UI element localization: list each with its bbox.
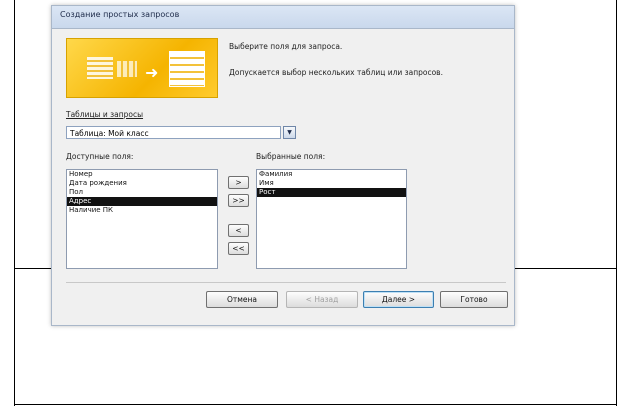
selected-fields-label: Выбранные поля: — [256, 152, 326, 161]
tables-queries-combobox[interactable]: Таблица: Мой класс — [66, 126, 281, 139]
finish-button[interactable]: Готово — [440, 291, 508, 308]
dialog-title: Создание простых запросов — [60, 10, 180, 19]
back-button[interactable]: < Назад — [286, 291, 358, 308]
available-fields-list[interactable]: Номер Дата рождения Пол Адрес Наличие ПК — [66, 169, 218, 269]
footer-divider — [66, 282, 506, 283]
frame-right-border — [616, 0, 617, 406]
wizard-illustration: ➜ — [66, 38, 218, 98]
table-graphic-icon — [87, 57, 113, 79]
list-item[interactable]: Дата рождения — [67, 179, 217, 188]
instruction-multiple-tables: Допускается выбор нескольких таблиц или … — [229, 68, 443, 77]
remove-field-button[interactable]: < — [228, 224, 249, 237]
list-item[interactable]: Пол — [67, 188, 217, 197]
instruction-select-fields: Выберите поля для запроса. — [229, 42, 343, 51]
chevron-down-icon[interactable]: ▼ — [283, 126, 296, 139]
simple-query-wizard-dialog: Создание простых запросов ➜ Выберите пол… — [51, 5, 515, 326]
dialog-titlebar[interactable]: Создание простых запросов — [52, 6, 514, 29]
next-button[interactable]: Далее > — [363, 291, 434, 308]
list-item[interactable]: Номер — [67, 170, 217, 179]
table-graphic-icon — [117, 61, 137, 77]
list-item-selected[interactable]: Адрес — [67, 197, 217, 206]
frame-bottom-border — [14, 404, 617, 405]
list-item[interactable]: Фамилия — [257, 170, 406, 179]
remove-all-fields-button[interactable]: << — [228, 242, 249, 255]
available-fields-label: Доступные поля: — [66, 152, 134, 161]
arrow-right-icon: ➜ — [145, 63, 159, 82]
add-field-button[interactable]: > — [228, 176, 249, 189]
list-item[interactable]: Наличие ПК — [67, 206, 217, 215]
tables-queries-label: Таблицы и запросы — [66, 110, 144, 119]
result-table-icon — [169, 51, 205, 87]
selected-fields-list[interactable]: Фамилия Имя Рост — [256, 169, 407, 269]
cancel-button[interactable]: Отмена — [206, 291, 278, 308]
frame-left-border — [14, 0, 15, 406]
list-item[interactable]: Имя — [257, 179, 406, 188]
list-item-selected[interactable]: Рост — [257, 188, 406, 197]
add-all-fields-button[interactable]: >> — [228, 194, 249, 207]
